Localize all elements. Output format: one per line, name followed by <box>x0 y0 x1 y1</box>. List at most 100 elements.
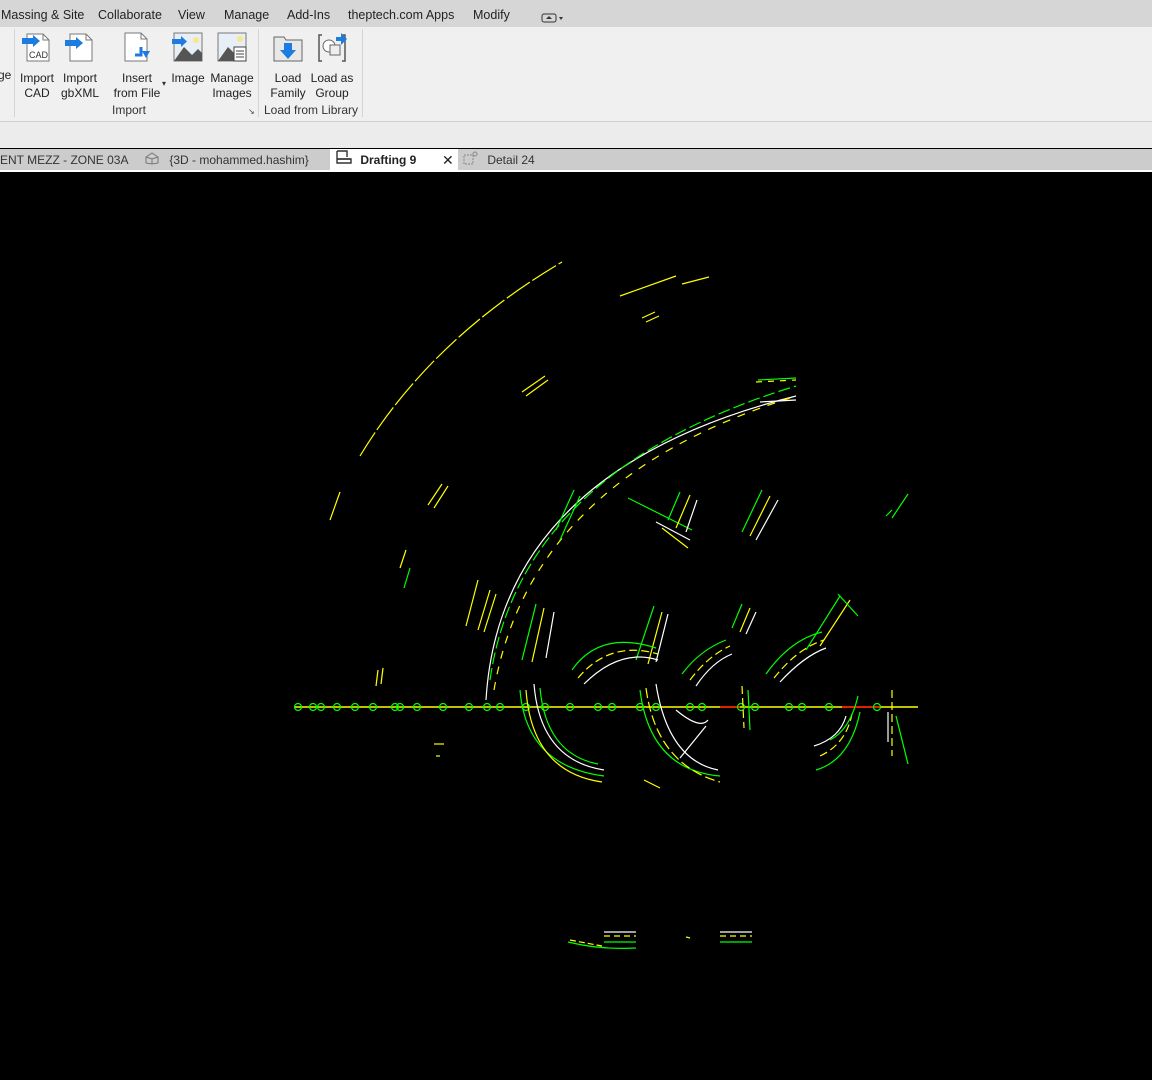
cad-line <box>533 683 605 771</box>
tab-label: Detail 24 <box>487 153 535 167</box>
cad-line <box>885 509 893 517</box>
cad-line <box>583 656 659 685</box>
insert-from-file-button[interactable]: Insert from File <box>112 31 162 101</box>
view-tab-detail-24[interactable]: Detail 24 <box>462 149 562 171</box>
button-label: Load as <box>310 71 354 85</box>
cad-line <box>641 311 656 319</box>
cad-line <box>819 713 853 757</box>
cad-line <box>685 499 698 533</box>
view-tab-zone-03a[interactable]: ENT MEZZ - ZONE 03A <box>0 149 130 171</box>
outer-arc <box>359 261 563 457</box>
cad-line <box>675 494 691 529</box>
tab-massing-site[interactable]: Massing & Site <box>1 8 84 22</box>
inner-arc <box>485 395 797 701</box>
cad-line <box>639 689 721 777</box>
import-gbxml-icon <box>64 31 96 63</box>
cad-line <box>329 491 341 521</box>
cad-line <box>895 715 909 765</box>
load-family-icon <box>272 31 304 63</box>
cad-line <box>645 315 660 323</box>
panel-divider <box>258 29 259 117</box>
cad-line <box>741 489 763 533</box>
3d-view-icon <box>144 150 160 172</box>
import-cad-icon: CAD <box>21 31 53 63</box>
svg-text:CAD: CAD <box>29 50 49 60</box>
panel-launcher-icon[interactable]: ↘ <box>248 107 255 116</box>
cad-drawing <box>293 261 918 949</box>
cad-line <box>525 689 603 783</box>
button-label: gbXML <box>60 86 100 100</box>
dropdown-arrow-icon[interactable]: ▾ <box>162 79 166 88</box>
drawing-canvas[interactable] <box>0 172 1152 1075</box>
button-label: Family <box>270 86 306 100</box>
ribbon-tab-bar: Massing & Site Collaborate View Manage A… <box>0 0 1152 27</box>
view-tab-bar: ENT MEZZ - ZONE 03A {3D - mohammed.hashi… <box>0 149 1152 171</box>
cad-line <box>375 669 379 687</box>
cad-line <box>675 709 709 724</box>
cad-line <box>837 593 859 617</box>
cad-line <box>555 489 575 531</box>
view-tab-drafting-9[interactable]: Drafting 9 ✕ <box>330 149 458 171</box>
detail-view-icon <box>462 150 478 172</box>
tab-manage[interactable]: Manage <box>224 8 269 22</box>
image-icon <box>172 31 204 63</box>
cad-line <box>757 377 797 381</box>
cad-line <box>567 941 637 949</box>
cad-line <box>493 397 791 691</box>
cad-line <box>403 567 411 589</box>
button-label: Images <box>212 86 252 100</box>
cad-line <box>483 593 497 633</box>
options-bar <box>0 122 1152 148</box>
insert-from-file-icon <box>121 31 153 63</box>
cad-line <box>571 641 657 671</box>
tab-theptech-apps[interactable]: theptech.com Apps <box>348 8 454 22</box>
cad-line <box>747 689 751 731</box>
cad-line <box>685 936 691 939</box>
button-label: Import <box>19 71 54 85</box>
panel-divider <box>14 29 15 117</box>
tab-collaborate[interactable]: Collaborate <box>98 8 162 22</box>
cad-line <box>643 779 661 789</box>
tab-label: ENT MEZZ - ZONE 03A <box>0 153 129 167</box>
import-gbxml-button[interactable]: Import gbXML <box>60 31 100 101</box>
image-button[interactable]: Image <box>170 31 206 86</box>
cad-line <box>647 611 663 665</box>
cad-line <box>477 589 491 631</box>
manage-images-button[interactable]: Manage Images <box>210 31 254 101</box>
button-label: Load <box>274 71 302 85</box>
cad-line <box>667 491 681 521</box>
cad-line <box>489 385 797 681</box>
import-cad-button[interactable]: CAD Import CAD <box>18 31 56 101</box>
cad-line <box>661 527 689 549</box>
cad-line <box>695 653 733 687</box>
cad-line <box>679 725 707 759</box>
close-tab-icon[interactable]: ✕ <box>442 149 454 171</box>
manage-images-icon <box>216 31 248 63</box>
cad-line <box>755 499 779 541</box>
ribbon-toggle-icon[interactable] <box>541 10 565 23</box>
tab-modify[interactable]: Modify <box>473 8 510 22</box>
button-label: CAD <box>24 86 50 100</box>
button-label: Group <box>315 86 349 100</box>
cad-line <box>779 647 827 683</box>
button-label: Manage <box>210 71 254 85</box>
view-tab-3d[interactable]: {3D - mohammed.hashim} <box>144 149 324 171</box>
button-label: Insert <box>121 71 152 85</box>
button-label: Image <box>171 71 205 85</box>
import-panel-label: Import <box>112 103 147 117</box>
load-family-button[interactable]: Load Family <box>268 31 308 101</box>
tab-label: {3D - mohammed.hashim} <box>169 153 309 167</box>
cad-line <box>519 689 605 777</box>
load-as-group-button[interactable]: Load as Group <box>310 31 354 101</box>
panel-divider <box>362 29 363 117</box>
cad-line <box>545 611 555 659</box>
cad-line <box>399 549 407 569</box>
cad-line <box>577 649 659 679</box>
load-as-group-icon <box>316 31 348 63</box>
tab-add-ins[interactable]: Add-Ins <box>287 8 330 22</box>
cad-line <box>689 645 731 681</box>
partial-ribbon-button-label[interactable]: ge <box>0 68 11 82</box>
cad-line <box>819 599 851 647</box>
tab-view[interactable]: View <box>178 8 205 22</box>
cad-line <box>539 687 599 765</box>
